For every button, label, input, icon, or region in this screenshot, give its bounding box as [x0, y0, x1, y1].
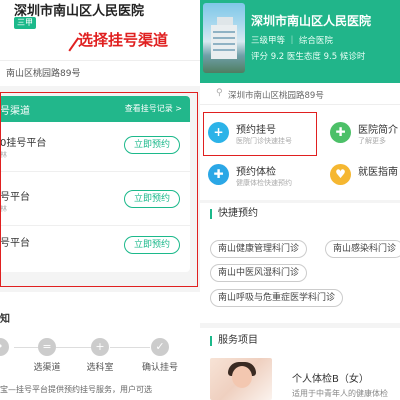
step-label: 选科室 — [86, 363, 114, 373]
address-row[interactable]: ⚲ 深圳市南山区桃园路89号 — [200, 83, 400, 105]
book-now-button[interactable]: 立即预约 — [124, 136, 180, 154]
booking-steps: • = 选渠道 + 选科室 ✓ 确认挂号 — [0, 338, 200, 378]
department-chip[interactable]: 南山感染科门诊 — [325, 240, 400, 258]
service-image — [210, 358, 272, 400]
channel-card: 号渠道 查看挂号记录 > 0挂号平台 林 立即预约 号平台 林 立即预约 号平台… — [0, 96, 190, 272]
channel-row[interactable]: 号平台 立即预约 — [0, 222, 190, 272]
hospital-address: 深圳市南山区桃园路89号 — [228, 91, 324, 101]
grid-item-sub: 了解更多 — [358, 137, 386, 145]
grade-badge: 三甲 — [14, 17, 36, 29]
service-name[interactable]: 个人体检B（女） — [292, 370, 369, 385]
grid-item-title: 就医指南 — [358, 167, 398, 178]
address-row[interactable]: | 南山区桃园路89号 — [0, 60, 200, 82]
hospital-title: 深圳市南山区人民医院 — [251, 14, 372, 28]
annotation-label: 选择挂号渠道 — [78, 31, 169, 49]
divider-mark: | — [0, 66, 1, 76]
hospital-photo — [203, 3, 245, 73]
step-choose-channel: = 选渠道 — [17, 338, 77, 373]
hospital-icon: + — [208, 122, 229, 143]
notice-title: 知 — [0, 314, 10, 325]
hospital-address: 南山区桃园路89号 — [6, 69, 81, 79]
services-title: 服务项目 — [210, 336, 258, 346]
check-icon: ✓ — [151, 338, 169, 356]
view-records-link[interactable]: 查看挂号记录 > — [125, 103, 182, 114]
hospital-banner: 深圳市南山区人民医院 三级甲等 ｜ 综合医院 评分 9.2 医生态度 9.5 候… — [200, 0, 400, 83]
grid-item-sub: 医院门诊快速挂号 — [236, 137, 292, 145]
heart-icon: ♥ — [330, 164, 351, 185]
book-now-button[interactable]: 立即预约 — [124, 236, 180, 254]
grid-item-appointment[interactable]: + 预约挂号 医院门诊快速挂号 — [208, 119, 323, 159]
grid-item-guide[interactable]: ♥ 就医指南 — [330, 161, 400, 201]
briefcase-icon: ✚ — [330, 122, 351, 143]
checkup-icon: ✚ — [208, 164, 229, 185]
grid-item-title: 预约体检 — [236, 167, 276, 178]
channel-name: 号平台 — [0, 192, 30, 203]
service-desc: 适用于中青年人的健康体检 — [292, 389, 388, 398]
equals-icon: = — [38, 338, 56, 356]
channel-sub: 林 — [0, 205, 7, 213]
hospital-tags: 三级甲等 ｜ 综合医院 — [251, 36, 333, 46]
hospital-detail-screen: 深圳市南山区人民医院 三级甲等 ｜ 综合医院 评分 9.2 医生态度 9.5 候… — [200, 0, 400, 400]
book-now-button[interactable]: 立即预约 — [124, 190, 180, 208]
step-label: 选渠道 — [33, 363, 61, 373]
quick-booking-section: 快捷预约 南山健康管理科门诊 南山感染科门诊 南山中医风湿科门诊 南山呼吸与危重… — [200, 203, 400, 323]
services-section: 服务项目 个人体检B（女） 适用于中青年人的健康体检 — [200, 328, 400, 400]
step-label: 确认挂号 — [141, 363, 178, 373]
location-pin-icon: ⚲ — [216, 88, 223, 98]
channel-name: 0挂号平台 — [0, 138, 47, 149]
grid-item-checkup[interactable]: ✚ 预约体检 健康体检快速预约 — [208, 161, 323, 201]
notice-text: 宝—挂号平台提供预约挂号服务，用户可选 — [0, 385, 152, 394]
channel-name: 号平台 — [0, 238, 30, 249]
booking-notice: 知 • = 选渠道 + 选科室 ✓ 确认挂号 宝—挂号平台提供预约挂号服务，用户… — [0, 292, 200, 400]
hospital-channel-screen: 深圳市南山区人民医院 三甲 | 南山区桃园路89号 选择挂号渠道 号渠道 查看挂… — [0, 0, 200, 400]
hospital-score: 评分 9.2 医生态度 9.5 候诊时 — [251, 52, 366, 62]
grid-item-sub: 健康体检快速预约 — [236, 179, 292, 187]
department-chip[interactable]: 南山呼吸与危重症医学科门诊 — [210, 289, 344, 307]
department-chip[interactable]: 南山健康管理科门诊 — [210, 240, 308, 258]
grid-item-title: 预约挂号 — [236, 125, 276, 136]
channel-row[interactable]: 号平台 林 立即预约 — [0, 176, 190, 226]
quick-booking-title: 快捷预约 — [210, 209, 258, 219]
step-confirm: ✓ 确认挂号 — [130, 338, 190, 373]
grid-item-intro[interactable]: ✚ 医院简介 了解更多 — [330, 119, 400, 159]
plus-icon: + — [91, 338, 109, 356]
grid-item-title: 医院简介 — [358, 125, 398, 136]
channel-row[interactable]: 0挂号平台 林 立即预约 — [0, 122, 190, 172]
step-choose-department: + 选科室 — [70, 338, 130, 373]
service-grid: + 预约挂号 医院门诊快速挂号 ✚ 医院简介 了解更多 ✚ 预约体检 健康体检快… — [200, 105, 400, 200]
channel-card-header: 号渠道 查看挂号记录 > — [0, 96, 190, 122]
channel-sub: 林 — [0, 151, 7, 159]
channel-card-title: 号渠道 — [0, 106, 30, 117]
department-chip[interactable]: 南山中医风湿科门诊 — [210, 264, 308, 282]
step-icon: • — [0, 338, 9, 356]
